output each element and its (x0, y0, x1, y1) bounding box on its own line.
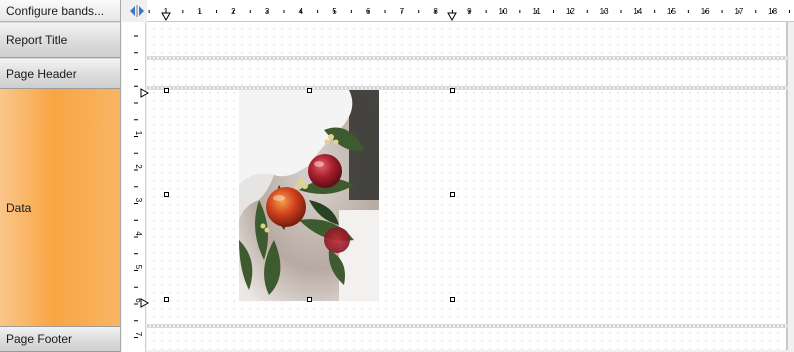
band-separator[interactable] (147, 324, 788, 328)
ruler-label: 8 (433, 7, 438, 16)
picture-object[interactable] (239, 90, 379, 301)
report-designer: Configure bands... Report Title Page Hea… (0, 0, 794, 352)
ruler-label: 5 (332, 7, 337, 16)
resize-handle[interactable] (164, 88, 169, 93)
ruler-label: 15 (667, 7, 676, 16)
ruler-label: 11 (533, 7, 542, 16)
resize-handle[interactable] (307, 88, 312, 93)
resize-handle[interactable] (450, 297, 455, 302)
ruler-label: 7 (400, 7, 405, 16)
ruler-label: 2 (231, 7, 236, 16)
ruler-label: 6 (366, 7, 371, 16)
band-panel: Configure bands... Report Title Page Hea… (0, 0, 121, 352)
triangle-marker-icon[interactable] (140, 85, 150, 103)
band-page-footer[interactable]: Page Footer (0, 327, 120, 352)
indent-marker-icon[interactable] (161, 12, 171, 22)
ruler-label: 1 (197, 7, 202, 16)
resize-handle[interactable] (450, 88, 455, 93)
triangle-marker-icon[interactable] (140, 295, 150, 313)
ruler-label: 1 (134, 131, 143, 136)
band-report-title[interactable]: Report Title (0, 23, 120, 58)
band-page-header[interactable]: Page Header (0, 59, 120, 89)
design-surface[interactable] (147, 22, 788, 350)
ruler-label: 2 (134, 164, 143, 169)
ruler-label: 4 (134, 231, 143, 236)
ruler-label: 9 (467, 7, 472, 16)
ruler-label: 7 (134, 332, 143, 337)
ruler-label: 13 (600, 7, 609, 16)
ruler-label: 5 (134, 265, 143, 270)
ruler-label: 14 (633, 7, 642, 16)
ruler-label: 18 (768, 7, 777, 16)
ruler-label: 10 (499, 7, 508, 16)
band-separator[interactable] (147, 56, 788, 60)
ruler-label: 4 (299, 7, 304, 16)
resize-handle[interactable] (164, 297, 169, 302)
collapse-panel-icon[interactable] (128, 4, 146, 18)
horizontal-ruler: 112345678910111213141516171819 (147, 0, 794, 22)
ruler-label: 12 (566, 7, 575, 16)
resize-handle[interactable] (307, 297, 312, 302)
ruler-label: 3 (265, 7, 270, 16)
ruler-label: 16 (701, 7, 710, 16)
ruler-label: 3 (134, 198, 143, 203)
ruler-label: 17 (734, 7, 743, 16)
configure-bands-button[interactable]: Configure bands... (0, 0, 120, 22)
indent-marker-icon[interactable] (447, 12, 457, 22)
resize-handle[interactable] (450, 192, 455, 197)
christmas-ornament-photo (239, 90, 379, 301)
resize-handle[interactable] (164, 192, 169, 197)
band-data[interactable]: Data (0, 89, 120, 327)
